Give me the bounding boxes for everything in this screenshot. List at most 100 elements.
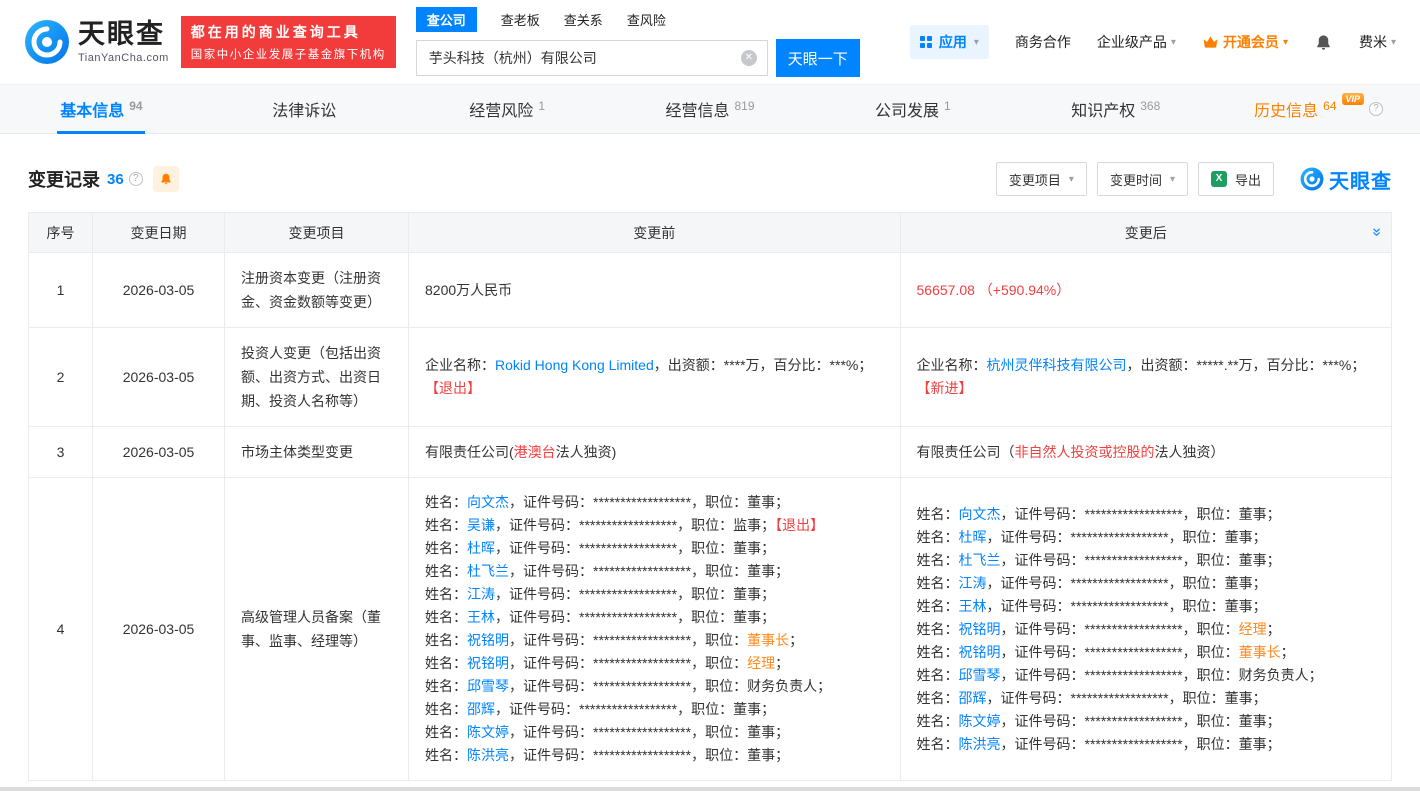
cell-before: 8200万人民币 (409, 253, 901, 328)
export-button[interactable]: X 导出 (1198, 162, 1274, 196)
change-record-row: 12026-03-05注册资本变更（注册资金、资金数额等变更）8200万人民币5… (29, 253, 1392, 328)
entity-link[interactable]: 祝铭明 (959, 644, 1001, 660)
entity-link[interactable]: 王林 (959, 598, 987, 614)
search-tab-company[interactable]: 查公司 (416, 7, 477, 32)
entity-link[interactable]: 陈洪亮 (959, 736, 1001, 752)
entity-link[interactable]: 江涛 (467, 586, 495, 602)
text-segment: 【退出】 (775, 517, 824, 533)
clear-icon[interactable]: ✕ (741, 50, 757, 66)
top-right-nav: 应用 ▾ 商务合作 企业级产品 ▾ 开通会员 ▾ 费米 ▾ (910, 25, 1396, 59)
change-detail-line: 姓名：王林，证件号码：******************，职位：董事； (425, 606, 884, 629)
header-change-item: 变更项目 (225, 213, 409, 253)
text-segment: ； (789, 632, 803, 648)
search-tab-relation[interactable]: 查关系 (564, 10, 603, 29)
entity-link[interactable]: 杜晖 (959, 529, 987, 545)
tab-company-development[interactable]: 公司发展 1 (811, 85, 1014, 133)
entity-link[interactable]: 祝铭明 (467, 655, 509, 671)
tab-history-info[interactable]: 历史信息 64 VIP ? (1217, 85, 1420, 133)
user-name: 费米 (1359, 32, 1387, 52)
tianyancha-watermark: 天眼查 (1300, 165, 1392, 194)
vip-link[interactable]: 开通会员 ▾ (1202, 32, 1288, 52)
cell-serial: 2 (29, 328, 93, 427)
text-segment: 董事 (1225, 598, 1253, 614)
cell-change-item: 注册资本变更（注册资金、资金数额等变更） (225, 253, 409, 328)
subscribe-bell-button[interactable] (153, 166, 179, 192)
logo-text: 天眼查 TianYanCha.com (78, 21, 169, 64)
help-icon[interactable]: ? (1369, 102, 1383, 116)
entity-link[interactable]: 王林 (467, 609, 495, 625)
entity-link[interactable]: 陈文婷 (959, 713, 1001, 729)
entity-link[interactable]: 邱雪琴 (959, 667, 1001, 683)
text-segment: 姓名： (917, 736, 959, 752)
notification-bell-icon[interactable] (1314, 33, 1333, 52)
text-segment: 经理 (747, 655, 775, 671)
brand-domain: TianYanCha.com (78, 52, 169, 64)
tab-operation-info[interactable]: 经营信息 819 (609, 85, 812, 133)
entity-link[interactable]: 向文杰 (467, 494, 509, 510)
search-input[interactable] (417, 41, 767, 75)
search-tab-risk[interactable]: 查风险 (627, 10, 666, 29)
chevron-down-icon: ▾ (1170, 174, 1175, 185)
entity-link[interactable]: 邵辉 (959, 690, 987, 706)
enterprise-link[interactable]: 企业级产品 ▾ (1097, 32, 1176, 52)
user-menu[interactable]: 费米 ▾ (1359, 32, 1396, 52)
excel-icon: X (1211, 171, 1227, 187)
text-segment: 董事 (1225, 529, 1253, 545)
entity-link[interactable]: 祝铭明 (467, 632, 509, 648)
text-segment: ； (1267, 552, 1281, 568)
entity-link[interactable]: 吴谦 (467, 517, 495, 533)
entity-link[interactable]: 向文杰 (959, 506, 1001, 522)
text-segment: ，证件号码：******************，职位： (495, 609, 733, 625)
text-segment: ，证件号码：******************，职位： (509, 494, 747, 510)
search-button[interactable]: 天眼一下 (776, 39, 860, 77)
change-detail-line: 姓名：邵辉，证件号码：******************，职位：董事； (425, 698, 884, 721)
entity-link[interactable]: 邵辉 (467, 701, 495, 717)
tab-label: 知识产权 (1071, 97, 1135, 121)
entity-link[interactable]: 陈文婷 (467, 724, 509, 740)
text-segment: 董事 (733, 586, 761, 602)
search-tabs: 查公司 查老板 查关系 查风险 (416, 7, 860, 32)
cooperation-link[interactable]: 商务合作 (1015, 32, 1071, 52)
entity-link[interactable]: 杜飞兰 (959, 552, 1001, 568)
search-tab-boss[interactable]: 查老板 (501, 10, 540, 29)
change-detail-line: 姓名：邱雪琴，证件号码：******************，职位：财务负责人； (917, 664, 1376, 687)
text-segment: ，证件号码：******************，职位： (509, 563, 747, 579)
change-records-table: 序号 变更日期 变更项目 变更前 变更后 » 12026-03-05注册资本变更… (28, 212, 1392, 781)
entity-link[interactable]: 江涛 (959, 575, 987, 591)
tab-operation-risk[interactable]: 经营风险 1 (406, 85, 609, 133)
text-segment: 有限责任公司( (425, 444, 514, 460)
cell-serial: 1 (29, 253, 93, 328)
text-segment: 【退出】 (425, 380, 481, 396)
entity-link[interactable]: 陈洪亮 (467, 747, 509, 763)
expand-all-icon[interactable]: » (1368, 227, 1386, 236)
change-detail-line: 姓名：祝铭明，证件号码：******************，职位：董事长； (917, 641, 1376, 664)
text-segment: ； (1267, 713, 1281, 729)
entity-link[interactable]: 杜飞兰 (467, 563, 509, 579)
filter-change-item[interactable]: 变更项目 ▾ (996, 162, 1087, 196)
text-segment: ，证件号码：******************，职位： (987, 575, 1225, 591)
change-detail-line: 姓名：杜飞兰，证件号码：******************，职位：董事； (425, 560, 884, 583)
tab-legal[interactable]: 法律诉讼 (203, 85, 406, 133)
filter-change-time[interactable]: 变更时间 ▾ (1097, 162, 1188, 196)
text-segment: 姓名： (425, 586, 467, 602)
text-segment: 姓名： (425, 701, 467, 717)
help-icon[interactable]: ? (129, 172, 143, 186)
entity-link[interactable]: 杭州灵伴科技有限公司 (987, 357, 1127, 373)
entity-link[interactable]: 祝铭明 (959, 621, 1001, 637)
table-header-row: 序号 变更日期 变更项目 变更前 变更后 » (29, 213, 1392, 253)
text-segment: ； (761, 701, 775, 717)
entity-link[interactable]: 邱雪琴 (467, 678, 509, 694)
apps-menu[interactable]: 应用 ▾ (910, 25, 989, 59)
tab-basic-info[interactable]: 基本信息 94 (0, 85, 203, 133)
chevron-down-icon: ▾ (1391, 37, 1396, 48)
text-segment: 董事 (1239, 552, 1267, 568)
cell-change-item: 市场主体类型变更 (225, 427, 409, 478)
tab-intellectual-property[interactable]: 知识产权 368 (1014, 85, 1217, 133)
crown-icon (1202, 35, 1219, 49)
section-count: 36 (107, 171, 124, 188)
tianyancha-logo[interactable]: 天眼查 TianYanCha.com (24, 19, 169, 65)
bottom-divider (0, 787, 1420, 791)
entity-link[interactable]: Rokid Hong Kong Limited (495, 357, 654, 373)
entity-link[interactable]: 杜晖 (467, 540, 495, 556)
topbar: 天眼查 TianYanCha.com 都在用的商业查询工具 国家中小企业发展子基… (0, 0, 1420, 84)
